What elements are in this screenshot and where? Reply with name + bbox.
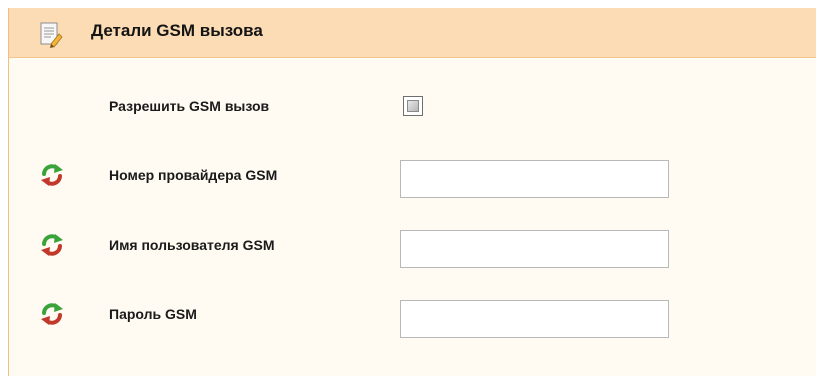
panel-header: Детали GSM вызова	[9, 8, 816, 58]
panel-title: Детали GSM вызова	[91, 21, 263, 40]
gsm-username-label: Имя пользователя GSM	[109, 237, 275, 253]
refresh-icon[interactable]	[40, 302, 64, 326]
gsm-password-input[interactable]	[400, 300, 669, 338]
gsm-provider-number-input[interactable]	[400, 160, 669, 198]
refresh-icon[interactable]	[40, 233, 64, 257]
gsm-call-details-panel: Детали GSM вызова Разрешить GSM вызов Но…	[8, 8, 816, 376]
allow-gsm-call-label: Разрешить GSM вызов	[109, 98, 270, 114]
refresh-icon[interactable]	[40, 163, 64, 187]
checkbox-indicator	[407, 100, 419, 112]
gsm-username-input[interactable]	[400, 230, 669, 268]
allow-gsm-call-checkbox[interactable]	[403, 96, 423, 116]
document-edit-icon	[39, 22, 63, 48]
gsm-provider-number-label: Номер провайдера GSM	[109, 167, 278, 183]
gsm-password-label: Пароль GSM	[109, 306, 197, 322]
